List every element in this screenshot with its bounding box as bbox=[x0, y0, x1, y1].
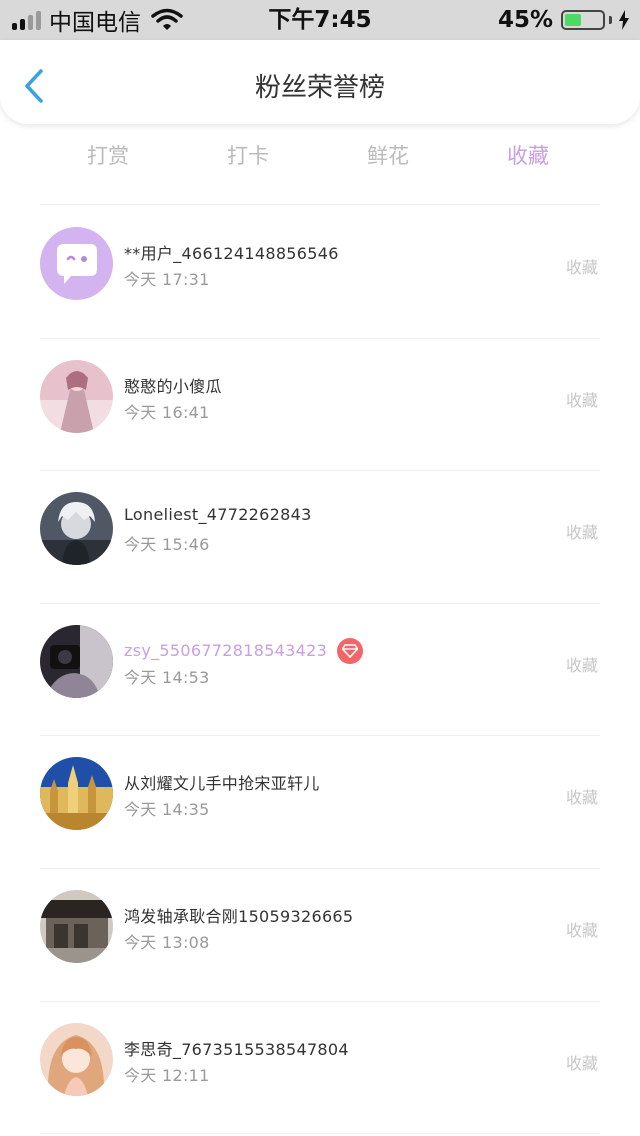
tab-reward[interactable]: 打赏 bbox=[38, 136, 178, 176]
favorite-time: 今天 12:11 bbox=[124, 1065, 210, 1085]
user-name[interactable]: **用户_466124148856546 bbox=[124, 240, 339, 264]
vip-badge bbox=[337, 637, 364, 664]
status-bar: 中国电信 下午7:45 45% bbox=[0, 0, 640, 40]
user-name[interactable]: Loneliest_4772262843 bbox=[124, 505, 312, 524]
favorite-time: 今天 14:35 bbox=[124, 800, 210, 820]
action-label: 收藏 bbox=[565, 390, 598, 410]
nav-bar: 粉丝荣誉榜 bbox=[0, 40, 640, 124]
tab-bar: 打赏 打卡 鲜花 收藏 bbox=[38, 136, 598, 176]
user-name[interactable]: zsy_5506772818543423 bbox=[124, 641, 327, 660]
list-item[interactable]: 憨憨的小傻瓜 今天 16:41 收藏 bbox=[0, 339, 640, 472]
favorite-time: 今天 14:53 bbox=[124, 667, 210, 687]
name-line: zsy_5506772818543423 bbox=[124, 637, 364, 664]
favorite-time: 今天 16:41 bbox=[124, 402, 210, 422]
name-line: 鸿发轴承耿合刚15059326665 bbox=[124, 903, 353, 927]
tabs-divider bbox=[40, 204, 600, 205]
user-name[interactable]: 李思奇_7673515538547804 bbox=[124, 1036, 349, 1060]
favorite-time: 今天 13:08 bbox=[124, 932, 210, 952]
name-line: **用户_466124148856546 bbox=[124, 240, 339, 264]
user-photo-icon bbox=[40, 492, 113, 566]
avatar[interactable] bbox=[40, 757, 113, 831]
user-photo-icon bbox=[40, 889, 113, 963]
avatar[interactable] bbox=[40, 359, 113, 433]
row-divider bbox=[40, 1133, 600, 1135]
user-photo-icon bbox=[40, 757, 113, 831]
action-label: 收藏 bbox=[565, 523, 598, 543]
list-item[interactable]: Loneliest_4772262843 今天 15:46 收藏 bbox=[0, 471, 640, 604]
user-name[interactable]: 憨憨的小傻瓜 bbox=[124, 373, 222, 397]
name-line: 李思奇_7673515538547804 bbox=[124, 1036, 349, 1060]
user-photo-icon bbox=[40, 624, 113, 698]
battery-level bbox=[565, 14, 581, 26]
action-label: 收藏 bbox=[565, 788, 598, 808]
favorite-time: 今天 17:31 bbox=[124, 270, 210, 289]
user-name[interactable]: 从刘耀文儿手中抢宋亚轩儿 bbox=[124, 770, 320, 794]
name-line: 从刘耀文儿手中抢宋亚轩儿 bbox=[124, 770, 320, 794]
battery-tip bbox=[609, 16, 612, 24]
fan-list: **用户_466124148856546 今天 17:31 收藏 憨憨的小傻瓜 … bbox=[0, 206, 640, 1135]
charging-bolt-icon bbox=[619, 10, 629, 30]
user-photo-icon bbox=[40, 1022, 113, 1096]
battery-percent: 45% bbox=[497, 7, 553, 33]
avatar[interactable] bbox=[40, 889, 113, 963]
status-bar-right: 45% bbox=[498, 0, 630, 40]
tab-checkin[interactable]: 打卡 bbox=[178, 136, 318, 176]
user-photo-icon bbox=[40, 359, 113, 433]
avatar[interactable] bbox=[40, 624, 113, 698]
action-label: 收藏 bbox=[565, 258, 598, 277]
list-item[interactable]: 李思奇_7673515538547804 今天 12:11 收藏 bbox=[0, 1002, 640, 1135]
page-title: 粉丝荣誉榜 bbox=[254, 73, 385, 103]
avatar[interactable] bbox=[40, 492, 113, 566]
list-item[interactable]: **用户_466124148856546 今天 17:31 收藏 bbox=[0, 206, 640, 339]
action-label: 收藏 bbox=[565, 655, 598, 675]
avatar[interactable] bbox=[40, 1022, 113, 1096]
name-line: Loneliest_4772262843 bbox=[124, 505, 312, 524]
list-item[interactable]: 从刘耀文儿手中抢宋亚轩儿 今天 14:35 收藏 bbox=[0, 736, 640, 869]
favorite-time: 今天 15:46 bbox=[124, 535, 210, 555]
name-line: 憨憨的小傻瓜 bbox=[124, 373, 222, 397]
tab-flowers[interactable]: 鲜花 bbox=[318, 136, 458, 176]
diamond-icon bbox=[342, 643, 359, 658]
action-label: 收藏 bbox=[565, 1053, 598, 1073]
avatar[interactable] bbox=[40, 227, 113, 300]
action-label: 收藏 bbox=[565, 920, 598, 940]
battery-icon bbox=[561, 10, 605, 30]
tab-favorites[interactable]: 收藏 bbox=[458, 136, 598, 176]
list-item[interactable]: zsy_5506772818543423 今天 14:53 收藏 bbox=[0, 604, 640, 737]
list-item[interactable]: 鸿发轴承耿合刚15059326665 今天 13:08 收藏 bbox=[0, 869, 640, 1002]
default-chat-avatar-icon bbox=[40, 227, 113, 300]
user-name[interactable]: 鸿发轴承耿合刚15059326665 bbox=[124, 903, 353, 927]
